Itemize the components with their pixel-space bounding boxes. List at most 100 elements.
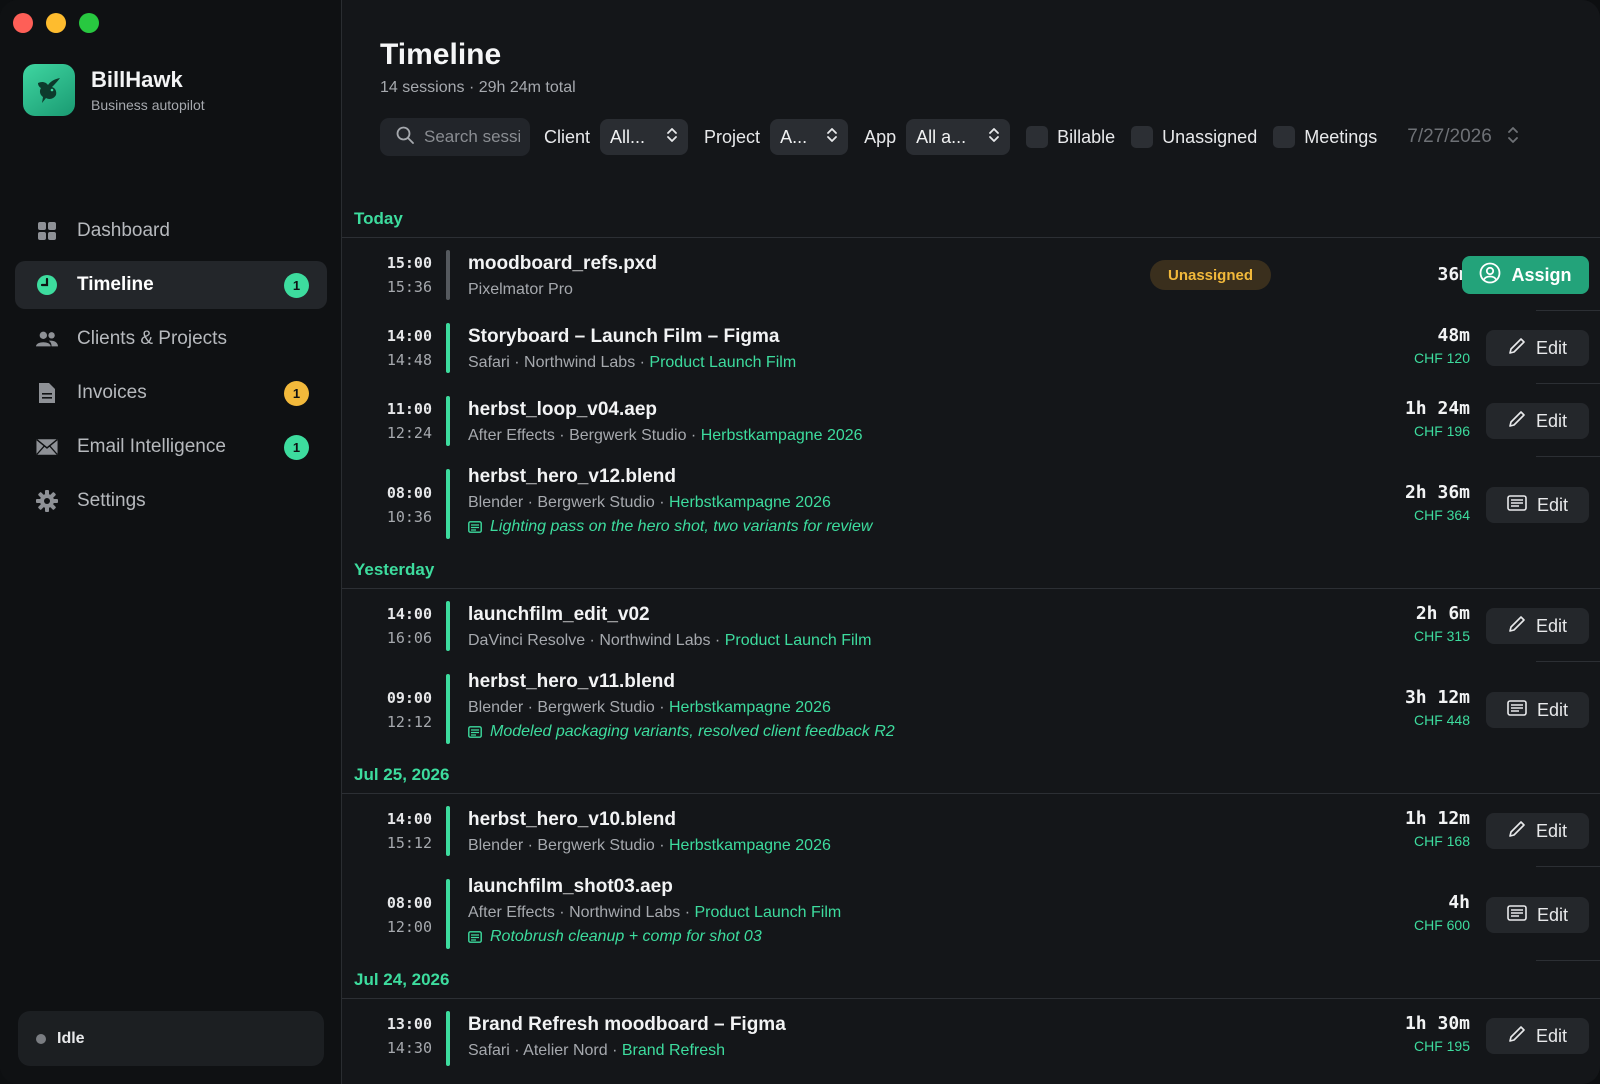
client-select[interactable]: All... xyxy=(600,119,689,155)
session-app: After Effects xyxy=(468,904,555,921)
session-row[interactable]: 13:00 14:30 Brand Refresh moodboard – Fi… xyxy=(342,999,1600,1072)
session-meta: Pixelmator Pro xyxy=(468,281,657,299)
sidebar-item-label: Dashboard xyxy=(77,220,170,241)
day-header-jul-24: Jul 24, 2026 xyxy=(342,961,1600,999)
note-icon xyxy=(1507,494,1527,516)
project-select[interactable]: A... xyxy=(770,119,849,155)
date-value: 7/27/2026 xyxy=(1407,126,1492,147)
session-title: herbst_loop_v04.aep xyxy=(468,399,658,420)
sidebar-item-clients-projects[interactable]: Clients & Projects xyxy=(15,315,327,363)
client-filter-label: Client xyxy=(544,126,591,147)
page-title: Timeline xyxy=(380,38,502,71)
session-meta: After Effects · Northwind Labs · Product… xyxy=(468,904,842,921)
session-title: Brand Refresh moodboard – Figma xyxy=(468,1014,786,1035)
edit-label: Edit xyxy=(1535,337,1568,358)
session-title: launchfilm_shot03.aep xyxy=(468,876,673,897)
sidebar-item-timeline[interactable]: Timeline 1 xyxy=(15,261,327,309)
assign-person-icon xyxy=(1479,262,1501,289)
billable-filter[interactable]: Billable xyxy=(1026,126,1115,148)
date-stepper-icon[interactable] xyxy=(1506,122,1520,153)
session-row[interactable]: 14:00 15:12 herbst_hero_v10.blend Blende… xyxy=(342,794,1600,867)
client-select-value: All... xyxy=(610,126,646,147)
session-times: 13:00 14:30 xyxy=(342,1015,432,1057)
edit-button[interactable]: Edit xyxy=(1486,897,1589,933)
main-content: Timeline 14 sessions · 29h 24m total Cli… xyxy=(342,0,1600,1084)
pencil-icon xyxy=(1508,1025,1526,1048)
unassigned-checkbox[interactable] xyxy=(1131,126,1154,148)
unassigned-label: Unassigned xyxy=(1162,126,1258,147)
session-meta: DaVinci Resolve · Northwind Labs · Produ… xyxy=(468,632,872,649)
pencil-icon xyxy=(1508,337,1526,360)
search-input[interactable] xyxy=(424,127,520,147)
session-meta: Blender · Bergwerk Studio · Herbstkampag… xyxy=(468,699,831,716)
session-row[interactable]: 08:00 12:00 launchfilm_shot03.aep After … xyxy=(342,867,1600,961)
session-app: Blender xyxy=(468,699,524,716)
tracker-status[interactable]: Idle xyxy=(18,1011,324,1066)
edit-button[interactable]: Edit xyxy=(1486,692,1589,728)
end-time: 10:36 xyxy=(386,508,432,526)
sidebar-item-email-intelligence[interactable]: Email Intelligence 1 xyxy=(15,423,327,471)
unassigned-filter[interactable]: Unassigned xyxy=(1131,126,1257,148)
session-row[interactable]: 14:00 14:48 Storyboard – Launch Film – F… xyxy=(342,311,1600,384)
minimize-window-button[interactable] xyxy=(46,13,66,33)
day-header-yesterday: Yesterday xyxy=(342,551,1600,589)
session-row[interactable]: 11:00 12:24 herbst_loop_v04.aep After Ef… xyxy=(342,384,1600,457)
session-duration: 1h 12m CHF 168 xyxy=(1404,808,1470,849)
end-time: 15:12 xyxy=(386,834,432,852)
status-dot xyxy=(36,1033,46,1044)
assign-button[interactable]: Assign xyxy=(1462,256,1589,294)
session-color-bar xyxy=(446,469,450,539)
pencil-icon xyxy=(1508,615,1526,638)
start-time: 08:00 xyxy=(386,894,432,912)
session-note: Modeled packaging variants, resolved cli… xyxy=(468,723,895,741)
edit-button[interactable]: Edit xyxy=(1486,403,1589,439)
session-times: 14:00 14:48 xyxy=(342,327,432,369)
session-row[interactable]: 09:00 12:12 herbst_hero_v11.blend Blende… xyxy=(342,662,1600,756)
date-picker[interactable]: 7/27/2026 xyxy=(1395,118,1520,156)
email-count-badge: 1 xyxy=(284,435,309,460)
meetings-filter[interactable]: Meetings xyxy=(1273,126,1377,148)
project-select-value: A... xyxy=(780,126,808,147)
session-times: 09:00 12:12 xyxy=(342,689,432,731)
session-duration: 1h 30m CHF 195 xyxy=(1404,1013,1470,1054)
session-note-text: Modeled packaging variants, resolved cli… xyxy=(490,723,895,740)
start-time: 08:00 xyxy=(386,484,432,502)
end-time: 14:48 xyxy=(386,351,432,369)
edit-button[interactable]: Edit xyxy=(1486,487,1589,523)
edit-button[interactable]: Edit xyxy=(1486,608,1589,644)
note-icon xyxy=(1507,699,1527,721)
session-title: herbst_hero_v10.blend xyxy=(468,809,677,830)
sidebar-item-settings[interactable]: Settings xyxy=(15,477,327,525)
session-row[interactable]: 15:00 15:36 moodboard_refs.pxd Pixelmato… xyxy=(342,238,1600,311)
session-client: Bergwerk Studio xyxy=(537,494,655,511)
meetings-checkbox[interactable] xyxy=(1273,126,1296,148)
session-meta: After Effects · Bergwerk Studio · Herbst… xyxy=(468,427,863,444)
edit-label: Edit xyxy=(1535,820,1568,841)
zoom-window-button[interactable] xyxy=(79,13,99,33)
session-color-bar xyxy=(446,250,450,300)
day-header-jul-25: Jul 25, 2026 xyxy=(342,756,1600,794)
grid-icon xyxy=(36,220,58,242)
session-color-bar xyxy=(446,396,450,446)
edit-button[interactable]: Edit xyxy=(1486,330,1589,366)
session-info: launchfilm_shot03.aep After Effects · No… xyxy=(468,876,841,946)
edit-button[interactable]: Edit xyxy=(1486,813,1589,849)
billable-checkbox[interactable] xyxy=(1026,126,1049,148)
app-select[interactable]: All a... xyxy=(906,119,1011,155)
session-client: Atelier Nord xyxy=(523,1042,608,1059)
session-row[interactable]: 14:00 16:06 launchfilm_edit_v02 DaVinci … xyxy=(342,589,1600,662)
session-row[interactable]: 08:00 10:36 herbst_hero_v12.blend Blende… xyxy=(342,457,1600,551)
end-time: 15:36 xyxy=(386,278,432,296)
edit-label: Edit xyxy=(1536,494,1569,515)
session-duration: 1h 24m CHF 196 xyxy=(1404,398,1470,439)
session-color-bar xyxy=(446,601,450,651)
sidebar-item-invoices[interactable]: Invoices 1 xyxy=(15,369,327,417)
session-info: launchfilm_edit_v02 DaVinci Resolve · No… xyxy=(468,604,871,650)
start-time: 15:00 xyxy=(386,254,432,272)
close-window-button[interactable] xyxy=(13,13,33,33)
session-duration: 2h 36m CHF 364 xyxy=(1404,482,1470,523)
session-summary: 14 sessions · 29h 24m total xyxy=(380,79,576,96)
filter-toolbar: Client All... Project A... App All a... … xyxy=(380,118,1520,156)
edit-button[interactable]: Edit xyxy=(1486,1018,1589,1054)
sidebar-item-dashboard[interactable]: Dashboard xyxy=(15,207,327,255)
